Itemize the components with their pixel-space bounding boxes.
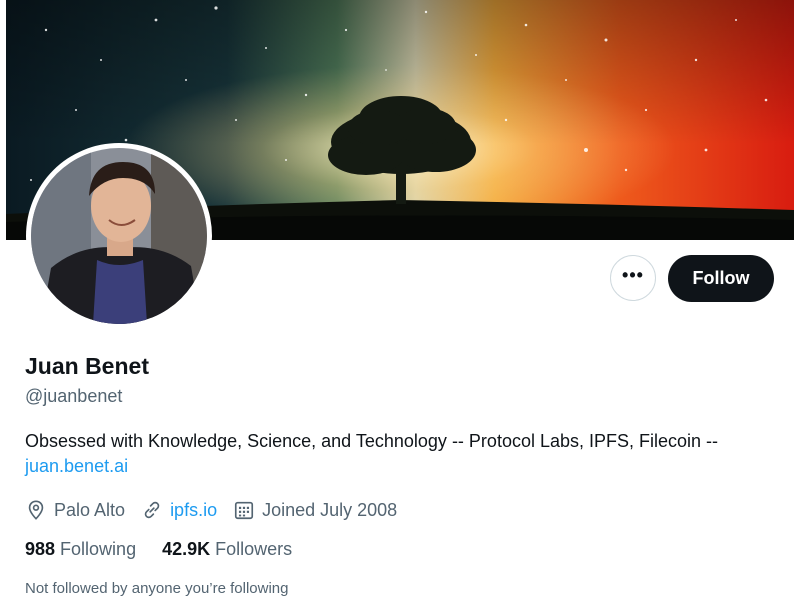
not-followed-notice: Not followed by anyone you’re following xyxy=(25,580,289,597)
profile-display-name: Juan Benet xyxy=(25,353,149,379)
bio-text: Obsessed with Knowledge, Science, and Te… xyxy=(25,431,719,451)
profile-bio: Obsessed with Knowledge, Science, and Te… xyxy=(25,429,785,479)
followers-label: Followers xyxy=(215,539,293,559)
following-count: 988 xyxy=(25,539,56,559)
following-stat[interactable]: 988 Following xyxy=(25,539,136,560)
bio-link[interactable]: juan.benet.ai xyxy=(25,456,128,476)
profile-meta-row: Palo Alto ipfs.io Joined July 2008 xyxy=(25,497,413,523)
link-icon xyxy=(144,501,160,519)
more-dots-icon: ••• xyxy=(622,265,644,285)
location-text: Palo Alto xyxy=(54,499,126,520)
location-pin-icon xyxy=(28,500,44,520)
profile-joined-date: Joined July 2008 xyxy=(233,499,397,521)
joined-text: Joined July 2008 xyxy=(262,499,398,520)
calendar-icon xyxy=(235,501,254,520)
profile-stats: 988 Following 42.9K Followers xyxy=(25,539,318,560)
following-label: Following xyxy=(60,539,137,559)
avatar[interactable] xyxy=(31,148,207,324)
follow-button[interactable]: Follow xyxy=(668,255,774,302)
profile-location: Palo Alto xyxy=(25,499,125,521)
more-options-button[interactable]: ••• xyxy=(610,255,656,301)
website-link[interactable]: ipfs.io xyxy=(170,500,217,521)
profile-website[interactable]: ipfs.io xyxy=(141,499,217,521)
avatar-photo xyxy=(31,148,207,324)
followers-count: 42.9K xyxy=(162,539,211,559)
profile-page: ••• Follow Juan Benet @juanbenet Obsesse… xyxy=(0,0,802,612)
followers-stat[interactable]: 42.9K Followers xyxy=(162,539,292,560)
profile-handle: @juanbenet xyxy=(25,386,123,406)
